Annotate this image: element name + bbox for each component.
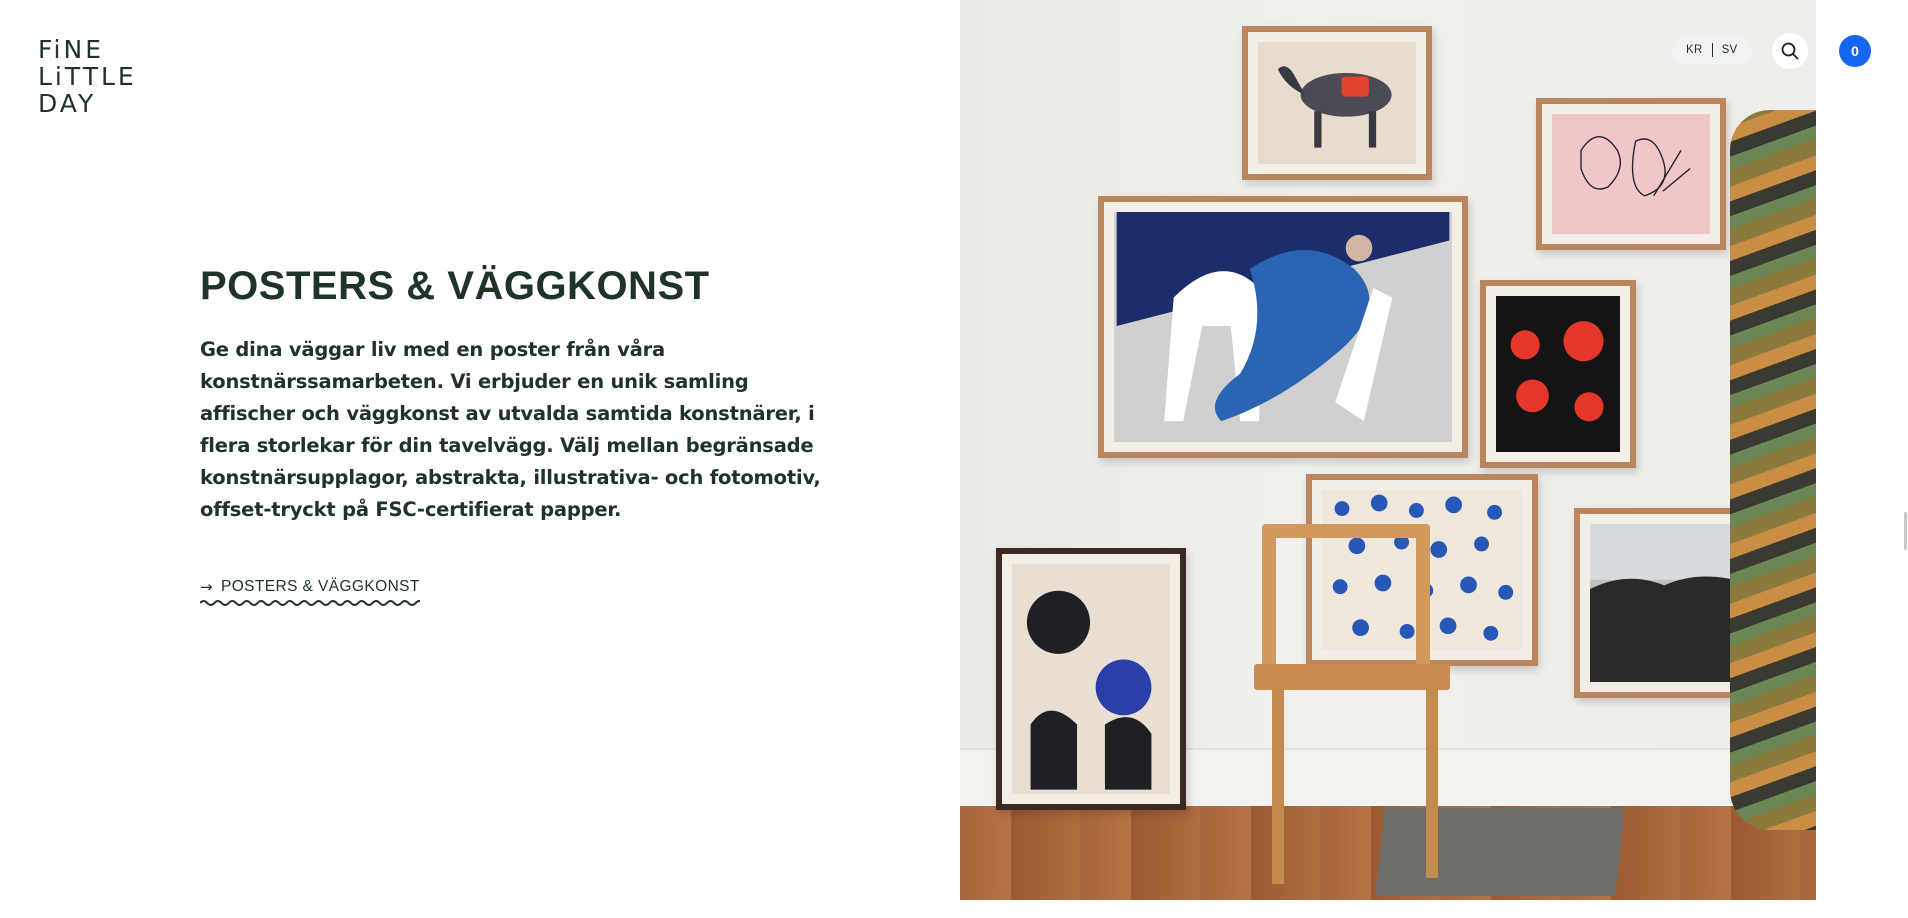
cart-count: 0 (1851, 43, 1859, 59)
arrow-right-icon: → (200, 577, 213, 596)
page: FiNE LiTTLE DAY POSTERS & VÄGGKONST Ge d… (0, 0, 1908, 918)
logo-line-2: LiTTLE (38, 62, 137, 91)
wavy-underline (200, 600, 420, 606)
framed-print-pink-drawing (1536, 98, 1726, 250)
logo-line-1: FiNE (38, 35, 105, 64)
currency-language-switcher[interactable]: KR SV (1672, 35, 1752, 65)
search-icon (1781, 42, 1799, 60)
posters-link-label: POSTERS & VÄGGKONST (220, 578, 420, 595)
cart-button[interactable]: 0 (1839, 35, 1871, 67)
wooden-chair-back (1262, 524, 1430, 664)
logo-line-3: DAY (38, 89, 97, 118)
wooden-chair-leg (1426, 688, 1438, 878)
hero-image (960, 0, 1816, 900)
framed-print-iris (996, 548, 1186, 810)
hero-description: Ge dina väggar liv med en poster från vå… (200, 338, 821, 521)
wooden-chair-leg (1272, 688, 1284, 884)
page-title: POSTERS & VÄGGKONST (200, 264, 710, 308)
logo-link[interactable]: FiNE LiTTLE DAY (38, 36, 138, 117)
framed-print-horse (1242, 26, 1432, 180)
scrollbar-thumb[interactable] (1904, 512, 1907, 550)
currency-label: KR (1686, 44, 1703, 56)
framed-print-red-flowers (1480, 280, 1636, 468)
person-hanging-art (1730, 110, 1816, 830)
language-label: SV (1721, 44, 1738, 56)
floor-mat (1375, 808, 1625, 896)
search-button[interactable] (1772, 33, 1808, 69)
hero-text: POSTERS & VÄGGKONST Ge dina väggar liv m… (200, 262, 840, 606)
wooden-chair-seat (1254, 664, 1450, 690)
framed-print-seated-figure (1098, 196, 1468, 458)
posters-link[interactable]: → POSTERS & VÄGGKONST (200, 578, 420, 606)
divider (1711, 43, 1713, 57)
scrollbar[interactable] (1902, 0, 1908, 918)
